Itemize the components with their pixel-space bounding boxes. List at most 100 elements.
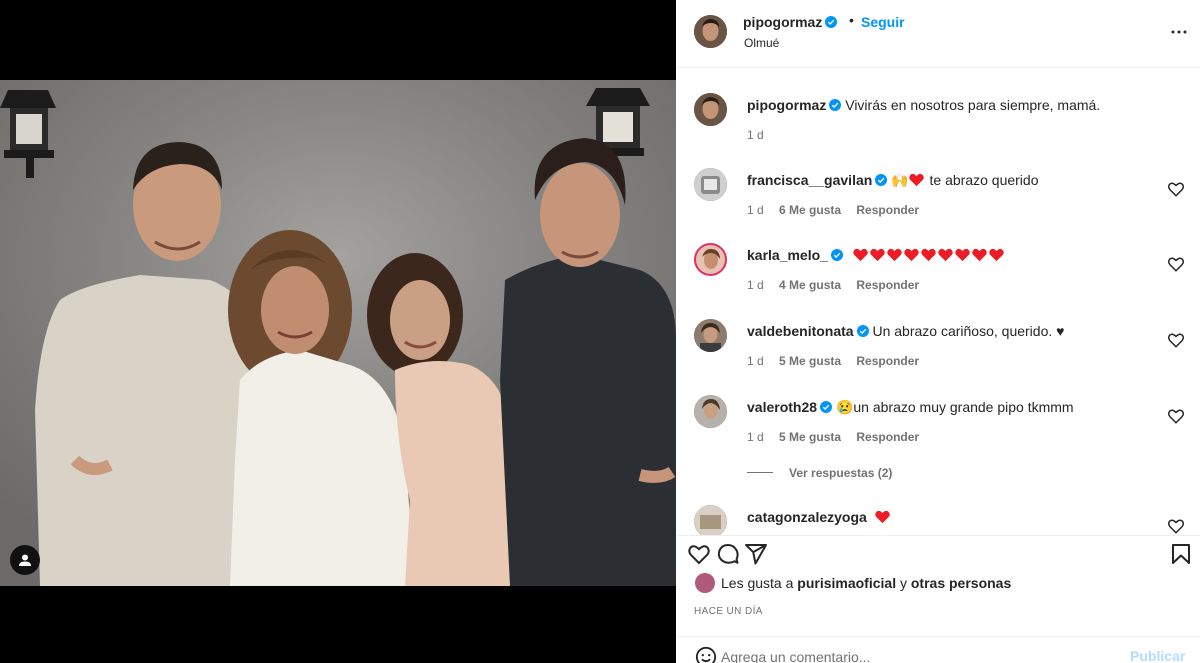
view-replies-button[interactable]: Ver respuestas (2) bbox=[747, 466, 892, 480]
likes-prefix: Les gusta a bbox=[721, 575, 798, 591]
user-tag-icon bbox=[19, 554, 31, 566]
caption-avatar[interactable] bbox=[694, 93, 727, 126]
comment-line: catagonzalezyoga bbox=[747, 509, 892, 525]
red-heart-icon bbox=[874, 510, 890, 524]
header-username-text[interactable]: pipogormaz bbox=[743, 14, 822, 30]
red-heart-icon bbox=[904, 248, 919, 262]
red-heart-icon bbox=[989, 248, 1004, 262]
comment-avatar[interactable] bbox=[694, 395, 727, 428]
share-icon[interactable] bbox=[744, 542, 768, 566]
likes-summary: Les gusta a purisimaoficial y otras pers… bbox=[695, 573, 1011, 593]
heart-icon[interactable] bbox=[687, 542, 711, 566]
reply-button[interactable]: Responder bbox=[856, 203, 919, 217]
red-heart-icon bbox=[921, 248, 936, 262]
location-link[interactable]: Olmué bbox=[744, 36, 779, 50]
action-bar: Les gusta a purisimaoficial y otras pers… bbox=[677, 535, 1200, 635]
like-comment-heart-icon[interactable] bbox=[1167, 331, 1185, 349]
reply-button[interactable]: Responder bbox=[856, 278, 919, 292]
comment-icon[interactable] bbox=[716, 542, 740, 566]
verified-icon bbox=[830, 249, 843, 261]
reply-button[interactable]: Responder bbox=[856, 430, 919, 444]
liker-username[interactable]: purisimaoficial bbox=[797, 575, 896, 591]
comment-time[interactable]: 1 d bbox=[747, 430, 764, 444]
comment-text: Un abrazo cariñoso, querido. ♥ bbox=[872, 323, 1065, 339]
caption-username[interactable]: pipogormaz bbox=[747, 97, 826, 113]
red-heart-icon bbox=[908, 173, 924, 187]
comment-avatar[interactable] bbox=[694, 505, 727, 535]
like-comment-heart-icon[interactable] bbox=[1167, 180, 1185, 198]
post-header: pipogormaz • Seguir Olmué bbox=[677, 0, 1200, 68]
like-comment-heart-icon[interactable] bbox=[1167, 255, 1185, 273]
avatar-image bbox=[694, 505, 727, 535]
verified-icon bbox=[820, 401, 833, 413]
likes-mid: y bbox=[896, 575, 911, 591]
comment-text: te abrazo querido bbox=[929, 172, 1039, 188]
comments-list[interactable]: pipogormaz Vivirás en nosotros para siem… bbox=[677, 69, 1200, 535]
reply-button[interactable]: Responder bbox=[856, 354, 919, 368]
liker-avatar[interactable] bbox=[695, 573, 715, 593]
avatar-image bbox=[694, 395, 727, 428]
comment-meta: 1 d 5 Me gusta Responder bbox=[747, 430, 931, 444]
comment-likes[interactable]: 5 Me gusta bbox=[779, 430, 841, 444]
likes-others-link[interactable]: otras personas bbox=[911, 575, 1011, 591]
red-heart-icon bbox=[853, 248, 868, 262]
family-photo-illustration bbox=[0, 80, 676, 586]
red-heart-icon bbox=[870, 248, 885, 262]
user-tag-button[interactable] bbox=[10, 545, 40, 575]
comment-text: un abrazo muy grande pipo tkmmm bbox=[853, 399, 1074, 415]
red-heart-icon bbox=[938, 248, 953, 262]
comment-avatar[interactable] bbox=[694, 319, 727, 352]
like-comment-heart-icon[interactable] bbox=[1167, 517, 1185, 535]
post-panel: pipogormaz • Seguir Olmué pipogormaz Viv… bbox=[677, 0, 1200, 663]
caption-meta: 1 d bbox=[747, 128, 776, 142]
post-media bbox=[0, 0, 676, 663]
view-replies-label[interactable]: Ver respuestas (2) bbox=[789, 466, 892, 480]
comment-likes[interactable]: 5 Me gusta bbox=[779, 354, 841, 368]
comment-username[interactable]: catagonzalezyoga bbox=[747, 509, 867, 525]
avatar[interactable] bbox=[694, 15, 727, 48]
post-photo[interactable] bbox=[0, 80, 676, 586]
caption-time[interactable]: 1 d bbox=[747, 128, 764, 142]
emoji: 😢 bbox=[835, 399, 854, 415]
comment-line: karla_melo_ bbox=[747, 247, 1006, 263]
comment-username[interactable]: valdebenitonata bbox=[747, 323, 854, 339]
comment-meta: 1 d 6 Me gusta Responder bbox=[747, 203, 931, 217]
comment-username[interactable]: karla_melo_ bbox=[747, 247, 828, 263]
like-comment-heart-icon[interactable] bbox=[1167, 407, 1185, 425]
follow-button[interactable]: Seguir bbox=[861, 14, 905, 30]
bookmark-icon[interactable] bbox=[1169, 542, 1193, 566]
comment-time[interactable]: 1 d bbox=[747, 278, 764, 292]
avatar-image bbox=[694, 168, 727, 201]
comment-likes[interactable]: 6 Me gusta bbox=[779, 203, 841, 217]
hearts-row bbox=[853, 247, 1006, 263]
red-heart-icon bbox=[972, 248, 987, 262]
comment-meta: 1 d 4 Me gusta Responder bbox=[747, 278, 931, 292]
replies-divider-line bbox=[747, 472, 773, 473]
comment-likes[interactable]: 4 Me gusta bbox=[779, 278, 841, 292]
comment-username[interactable]: francisca__gavilan bbox=[747, 172, 872, 188]
caption-line: pipogormaz Vivirás en nosotros para siem… bbox=[747, 97, 1100, 113]
verified-icon bbox=[856, 325, 869, 337]
verified-icon bbox=[825, 16, 838, 28]
comment-line: valdebenitonata Un abrazo cariñoso, quer… bbox=[747, 323, 1064, 339]
more-icon[interactable] bbox=[1167, 20, 1191, 44]
add-comment-bar: Publicar bbox=[677, 636, 1200, 663]
avatar-image bbox=[694, 93, 727, 126]
comment-username[interactable]: valeroth28 bbox=[747, 399, 817, 415]
post-timestamp[interactable]: HACE UN DÍA bbox=[694, 606, 763, 617]
header-username[interactable]: pipogormaz bbox=[743, 14, 838, 30]
comment-avatar[interactable] bbox=[694, 243, 727, 276]
smile-icon[interactable] bbox=[695, 646, 717, 663]
caption-text: Vivirás en nosotros para siempre, mamá. bbox=[845, 97, 1101, 113]
publish-button[interactable]: Publicar bbox=[1130, 648, 1185, 663]
comment-avatar[interactable] bbox=[694, 168, 727, 201]
comment-time[interactable]: 1 d bbox=[747, 354, 764, 368]
avatar-image bbox=[694, 15, 727, 48]
comment-meta: 1 d 5 Me gusta Responder bbox=[747, 354, 931, 368]
verified-icon bbox=[829, 99, 842, 111]
comment-time[interactable]: 1 d bbox=[747, 203, 764, 217]
comment-line: valeroth28 😢un abrazo muy grande pipo tk… bbox=[747, 399, 1074, 416]
emoji: 🙌 bbox=[891, 172, 909, 188]
verified-icon bbox=[875, 174, 888, 186]
comment-input[interactable] bbox=[721, 646, 1101, 663]
